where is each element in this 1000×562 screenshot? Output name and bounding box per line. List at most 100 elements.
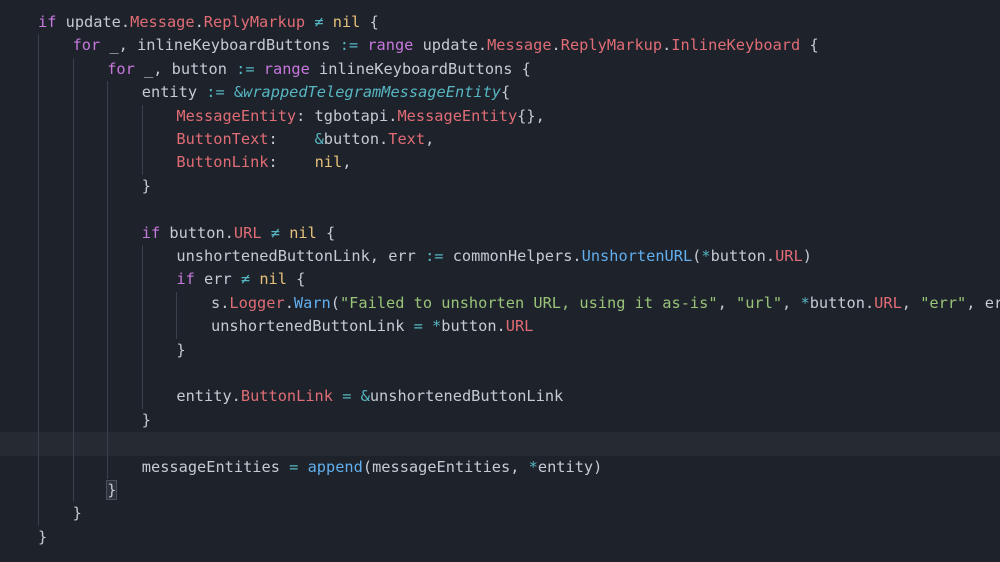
indent-guide — [107, 268, 109, 292]
code-line[interactable]: } — [0, 338, 1000, 362]
code-token: := — [425, 247, 444, 265]
indent-guide — [141, 362, 143, 386]
code-token: * — [528, 457, 538, 476]
code-token: entity. — [176, 387, 241, 406]
code-line[interactable]: entity := &wrappedTelegramMessageEntity{ — [0, 81, 1000, 105]
indent-guide — [72, 315, 74, 339]
code-token: range — [263, 59, 310, 78]
indent-guide — [141, 291, 143, 316]
indent-guide — [72, 479, 74, 503]
indent-guide — [107, 362, 109, 386]
code-token: for — [107, 59, 135, 78]
code-token: _, button — [134, 59, 237, 78]
code-token: { — [501, 83, 511, 102]
code-line[interactable]: for _, button := range inlineKeyboardBut… — [0, 57, 1000, 82]
indent-guide — [38, 338, 39, 362]
code-token: : — [268, 130, 315, 148]
indent-guide — [72, 57, 74, 82]
code-token: ReplyMarkup — [203, 13, 306, 31]
indent-guide — [107, 455, 109, 479]
code-token: } — [38, 527, 48, 546]
code-token: { — [800, 36, 819, 55]
code-token: & — [360, 387, 370, 406]
code-line-text: for _, button := range inlineKeyboardBut… — [107, 58, 531, 81]
code-token: range — [367, 36, 414, 55]
code-token: update. — [413, 36, 488, 55]
code-token: nil — [332, 13, 361, 31]
code-token: nil — [314, 153, 343, 172]
code-line[interactable]: messageEntities = append(messageEntities… — [0, 455, 1000, 479]
indent-guide — [38, 128, 39, 152]
code-token: : — [268, 153, 315, 172]
code-line[interactable]: s.Logger.Warn("Failed to unshorten URL, … — [0, 291, 1000, 316]
code-token: "url" — [735, 293, 783, 312]
code-line[interactable]: entity.ButtonLink = &unshortenedButtonLi… — [0, 385, 1000, 409]
indent-guide — [72, 104, 74, 128]
code-token: & — [314, 130, 324, 148]
indent-guide — [141, 104, 143, 128]
code-token: unshortenedButtonLink — [369, 387, 564, 406]
code-editor[interactable]: if update.Message.ReplyMarkup ≠ nil {for… — [0, 0, 1000, 562]
indent-guide — [72, 268, 74, 292]
code-line[interactable]: if err ≠ nil { — [0, 268, 1000, 292]
code-token: . — [284, 293, 294, 312]
indent-guide — [107, 128, 109, 152]
current-code-line[interactable] — [0, 432, 1000, 456]
code-token: ButtonLink — [176, 153, 269, 172]
code-line[interactable]: unshortenedButtonLink, err := commonHelp… — [0, 245, 1000, 269]
indent-guide — [38, 362, 39, 386]
code-line[interactable]: } — [0, 502, 1000, 526]
code-line-text: entity.ButtonLink = &unshortenedButtonLi… — [176, 385, 563, 408]
indent-guide — [107, 104, 109, 128]
indent-guide — [72, 432, 74, 456]
code-token: Warn — [293, 293, 331, 312]
code-line[interactable]: } — [0, 526, 1000, 549]
indent-guide — [107, 81, 109, 105]
indent-guide — [38, 455, 39, 479]
indent-guide — [107, 338, 109, 362]
code-line[interactable]: unshortenedButtonLink = *button.URL — [0, 315, 1000, 339]
code-token: = — [413, 317, 423, 336]
code-line[interactable] — [0, 362, 1000, 386]
code-line-text: } — [142, 175, 151, 198]
code-token: , — [717, 293, 736, 312]
code-token: Message — [487, 36, 552, 55]
code-token: : tgbotapi. — [296, 106, 398, 125]
code-line[interactable]: ButtonText: &button.Text, — [0, 128, 1000, 152]
code-token: for — [72, 36, 101, 55]
indent-guide — [38, 174, 39, 199]
code-line[interactable]: } — [0, 408, 1000, 433]
code-token: nil — [259, 270, 287, 289]
code-line[interactable]: if button.URL ≠ nil { — [0, 221, 1000, 245]
indent-guide — [176, 315, 178, 339]
matched-bracket: } — [106, 480, 118, 500]
code-token: * — [800, 293, 810, 312]
code-token: button. — [710, 247, 776, 265]
indent-guide — [38, 479, 39, 503]
code-line[interactable]: } — [0, 174, 1000, 199]
code-line[interactable]: } — [0, 479, 1000, 503]
indent-guide — [38, 315, 39, 339]
code-token: { — [286, 270, 306, 289]
code-token: button. — [441, 317, 506, 336]
code-token: ( — [692, 247, 702, 265]
code-token: UnshortenURL — [581, 247, 693, 265]
code-token: { — [360, 13, 379, 31]
indent-guide — [141, 385, 143, 409]
code-line[interactable] — [0, 198, 1000, 222]
code-token: . — [662, 36, 672, 55]
code-line-text: messageEntities = append(messageEntities… — [142, 456, 603, 479]
code-line-text: } — [106, 479, 118, 502]
code-line[interactable]: if update.Message.ReplyMarkup ≠ nil { — [0, 11, 1000, 34]
indent-guide — [107, 432, 109, 456]
code-token: "Failed to unshorten URL, using it as-is… — [339, 293, 718, 312]
code-line[interactable]: MessageEntity: tgbotapi.MessageEntity{}, — [0, 104, 1000, 128]
indent-guide — [72, 151, 74, 175]
code-line[interactable]: ButtonLink: nil, — [0, 151, 1000, 175]
indent-guide — [107, 385, 109, 409]
code-line-text: } — [38, 526, 47, 549]
code-line[interactable]: for _, inlineKeyboardButtons := range up… — [0, 34, 1000, 58]
